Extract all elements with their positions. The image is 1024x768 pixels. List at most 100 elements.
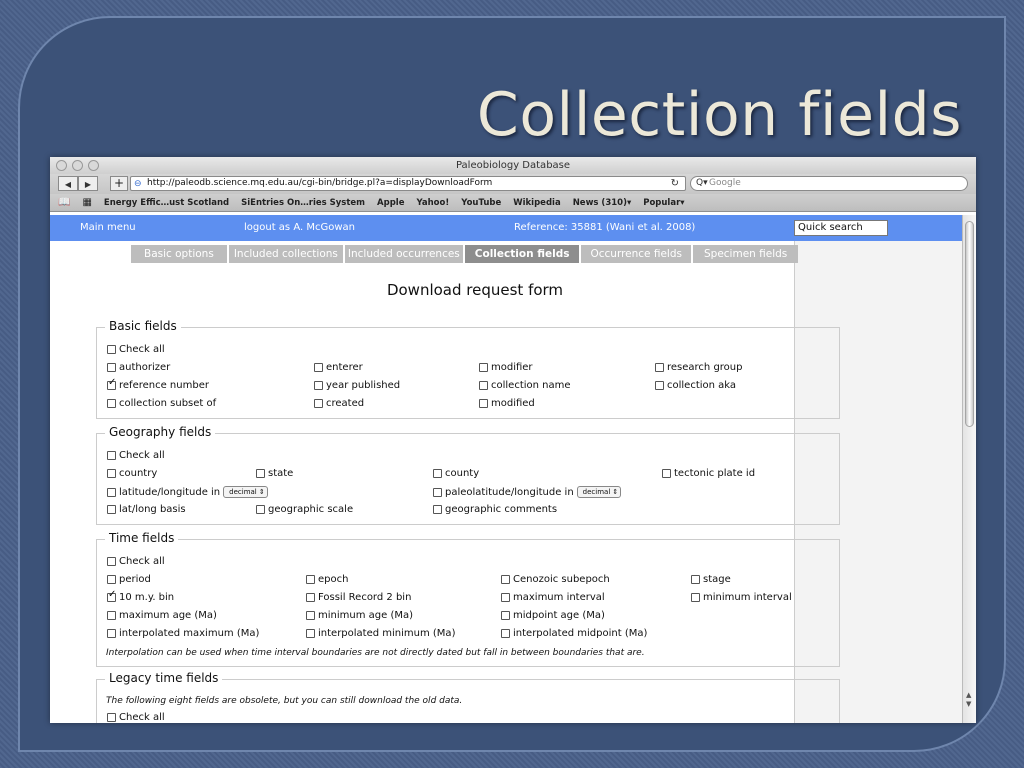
checkbox[interactable] (501, 629, 510, 638)
field-checkbox[interactable]: latitude/longitude in decimal (107, 486, 268, 498)
checkbox[interactable] (501, 593, 510, 602)
bookmark-item[interactable]: SiEntries On…ries System (241, 198, 365, 208)
paleo-coord-format-select[interactable]: decimal (576, 486, 622, 498)
field-checkbox[interactable]: period (107, 574, 151, 585)
field-checkbox[interactable]: collection subset of (107, 398, 216, 409)
checkbox[interactable] (107, 487, 116, 497)
close-window-button[interactable] (56, 160, 67, 171)
forward-button[interactable]: ▶ (78, 176, 98, 191)
tab-basic-options[interactable]: Basic options (131, 245, 227, 263)
legacy-check-all[interactable]: Check all (107, 712, 165, 723)
field-checkbox[interactable]: collection name (479, 380, 571, 391)
checkbox[interactable] (655, 381, 664, 390)
checkbox[interactable] (256, 505, 265, 514)
checkbox[interactable] (314, 381, 323, 390)
checkbox[interactable] (256, 469, 265, 478)
field-checkbox[interactable]: maximum interval (501, 592, 605, 603)
checkbox[interactable] (107, 377, 116, 390)
bookmark-item[interactable]: YouTube (461, 198, 501, 208)
book-icon[interactable]: 📖 (58, 197, 70, 208)
field-checkbox[interactable]: authorizer (107, 362, 170, 373)
zoom-window-button[interactable] (88, 160, 99, 171)
checkbox[interactable] (107, 399, 116, 408)
bookmark-item[interactable]: Wikipedia (513, 198, 560, 208)
field-checkbox[interactable]: Fossil Record 2 bin (306, 592, 411, 603)
checkbox[interactable] (107, 713, 116, 722)
checkbox[interactable] (501, 611, 510, 620)
field-checkbox[interactable]: paleolatitude/longitude in decimal (433, 486, 622, 498)
checkbox[interactable] (107, 611, 116, 620)
checkbox[interactable] (655, 363, 664, 372)
field-checkbox[interactable]: reference number (107, 377, 209, 391)
checkbox[interactable] (107, 505, 116, 514)
scroll-arrows-icon[interactable]: ▲ ▼ (966, 691, 971, 709)
checkbox[interactable] (107, 629, 116, 638)
field-checkbox[interactable]: 10 m.y. bin (107, 589, 174, 603)
checkbox[interactable] (691, 593, 700, 602)
field-checkbox[interactable]: county (433, 468, 479, 479)
minimize-window-button[interactable] (72, 160, 83, 171)
field-checkbox[interactable]: midpoint age (Ma) (501, 610, 605, 621)
checkbox[interactable] (306, 575, 315, 584)
field-checkbox[interactable]: minimum age (Ma) (306, 610, 413, 621)
field-checkbox[interactable]: created (314, 398, 364, 409)
field-checkbox[interactable]: stage (691, 574, 731, 585)
grid-icon[interactable]: ▦ (82, 197, 91, 208)
field-checkbox[interactable]: maximum age (Ma) (107, 610, 217, 621)
tab-collection-fields[interactable]: Collection fields (464, 245, 580, 263)
field-checkbox[interactable]: year published (314, 380, 400, 391)
search-input[interactable]: Q▾ Google (690, 176, 968, 191)
bookmark-item[interactable]: Apple (377, 198, 404, 208)
checkbox[interactable] (107, 345, 116, 354)
reload-icon[interactable]: ↻ (671, 177, 679, 190)
field-checkbox[interactable]: collection aka (655, 380, 736, 391)
field-checkbox[interactable]: lat/long basis (107, 504, 186, 515)
checkbox[interactable] (107, 363, 116, 372)
field-checkbox[interactable]: geographic comments (433, 504, 557, 515)
field-checkbox[interactable]: interpolated minimum (Ma) (306, 628, 455, 639)
add-bookmark-button[interactable]: + (110, 176, 128, 191)
field-checkbox[interactable]: Cenozoic subepoch (501, 574, 610, 585)
field-checkbox[interactable]: state (256, 468, 293, 479)
address-bar[interactable]: ⊖ http://paleodb.science.mq.edu.au/cgi-b… (130, 176, 686, 191)
vertical-scrollbar[interactable]: ▲ ▼ (962, 215, 976, 723)
field-checkbox[interactable]: enterer (314, 362, 363, 373)
checkbox[interactable] (314, 399, 323, 408)
coord-format-select[interactable]: decimal (223, 486, 268, 498)
field-checkbox[interactable]: interpolated maximum (Ma) (107, 628, 259, 639)
checkbox[interactable] (306, 611, 315, 620)
tab-occurrence-fields[interactable]: Occurrence fields (581, 245, 691, 263)
tab-included-collections[interactable]: Included collections (228, 245, 343, 263)
field-checkbox[interactable]: country (107, 468, 157, 479)
back-button[interactable]: ◀ (58, 176, 78, 191)
bookmark-item[interactable]: Energy Effic…ust Scotland (104, 198, 229, 208)
checkbox[interactable] (107, 575, 116, 584)
field-checkbox[interactable]: modified (479, 398, 535, 409)
checkbox[interactable] (662, 469, 671, 478)
checkbox[interactable] (479, 399, 488, 408)
field-checkbox[interactable]: geographic scale (256, 504, 353, 515)
checkbox[interactable] (479, 363, 488, 372)
bookmark-item[interactable]: Yahoo! (416, 198, 449, 208)
checkbox[interactable] (314, 363, 323, 372)
tab-included-occurrences[interactable]: Included occurrences (344, 245, 463, 263)
basic-check-all[interactable]: Check all (107, 344, 165, 355)
checkbox[interactable] (107, 557, 116, 566)
field-checkbox[interactable]: tectonic plate id (662, 468, 755, 479)
checkbox[interactable] (501, 575, 510, 584)
checkbox[interactable] (306, 629, 315, 638)
checkbox[interactable] (107, 589, 116, 602)
time-check-all[interactable]: Check all (107, 556, 165, 567)
field-checkbox[interactable]: research group (655, 362, 742, 373)
scroll-thumb[interactable] (965, 221, 974, 427)
field-checkbox[interactable]: interpolated midpoint (Ma) (501, 628, 647, 639)
bookmark-item[interactable]: Popular▾ (643, 198, 684, 208)
field-checkbox[interactable]: epoch (306, 574, 348, 585)
tab-specimen-fields[interactable]: Specimen fields (692, 245, 799, 263)
checkbox[interactable] (433, 487, 442, 497)
checkbox[interactable] (433, 505, 442, 514)
checkbox[interactable] (433, 469, 442, 478)
checkbox[interactable] (306, 593, 315, 602)
main-menu-link[interactable]: Main menu (80, 215, 136, 241)
checkbox[interactable] (107, 469, 116, 478)
